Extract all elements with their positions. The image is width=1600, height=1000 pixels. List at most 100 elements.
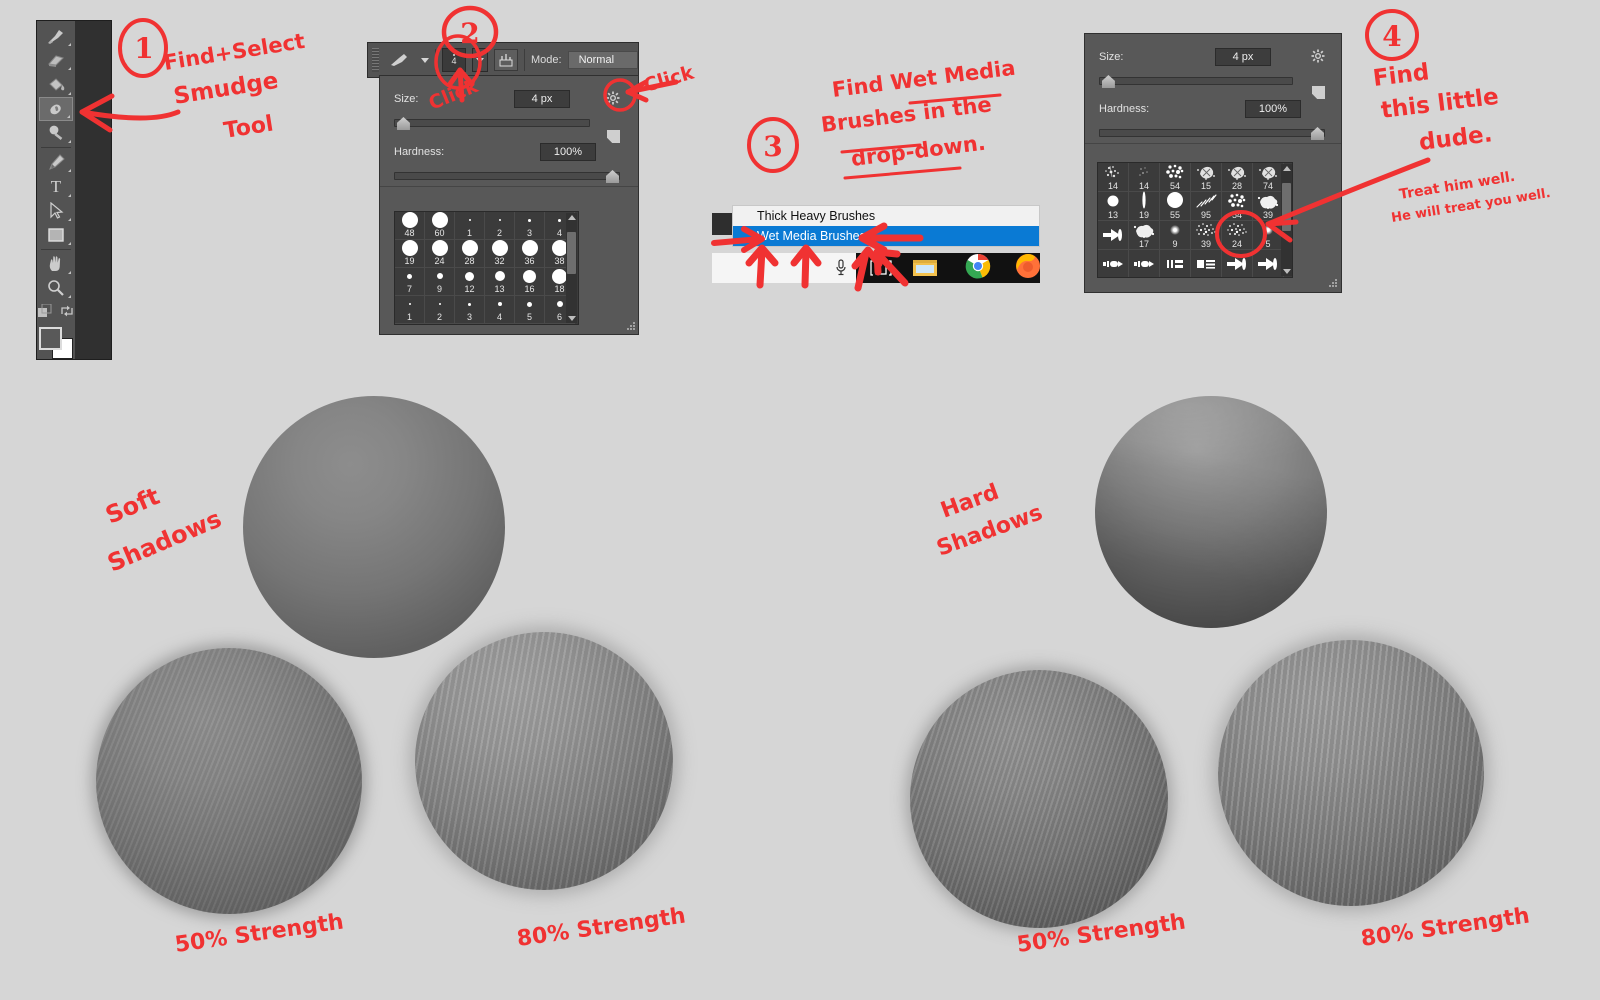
zoom-tool[interactable] [39, 276, 73, 300]
brush-preset-cell[interactable]: 32 [485, 240, 515, 268]
brush-size-indicator[interactable]: 4 [442, 48, 466, 72]
brush-preset-cell[interactable]: 3 [515, 212, 545, 240]
brush-preset-cell-2[interactable]: 14 [1129, 163, 1160, 192]
brush-preset-cell-2[interactable]: 74 [1253, 163, 1284, 192]
size-slider-track-2[interactable] [1099, 75, 1293, 88]
brush-preset-cell[interactable]: 13 [485, 268, 515, 296]
brush-library-menu-item[interactable]: Thick Heavy Brushes [733, 206, 1039, 226]
vertical-scrollbar-2[interactable] [1281, 164, 1292, 276]
brush-preset-cell-2[interactable] [1191, 250, 1222, 277]
tool-options-bar[interactable]: 4 Mode: Normal [367, 42, 639, 78]
scrollbar-thumb[interactable] [567, 232, 576, 274]
brush-picker-popup[interactable]: Size: 4 px Hardness: 100% 48 60 1 2 3 4 19 24 28… [379, 75, 639, 335]
shape-tool[interactable] [39, 223, 73, 247]
hardness-value-2[interactable]: 100% [1245, 100, 1301, 118]
brush-preset-cell-2[interactable]: 54 [1160, 163, 1191, 192]
brush-preset-cell[interactable]: 3 [455, 296, 485, 324]
brush-preset-cell-2[interactable] [1253, 250, 1284, 277]
brush-preset-cell-2[interactable]: 28 [1222, 163, 1253, 192]
eraser-tool[interactable] [39, 48, 73, 72]
scroll-up-arrow-icon-2[interactable] [1283, 166, 1291, 171]
brush-preset-cell[interactable]: 19 [395, 240, 425, 268]
scroll-up-arrow-icon[interactable] [568, 215, 576, 220]
tablet-pressure-icon[interactable] [494, 49, 518, 71]
brush-picker-dropdown-button[interactable] [472, 48, 488, 72]
brush-preset-cell[interactable]: 24 [425, 240, 455, 268]
pen-tool[interactable] [39, 150, 73, 174]
size-value[interactable]: 4 px [514, 90, 570, 108]
brush-preset-cell-2[interactable] [1160, 250, 1191, 277]
preset-flag-icon[interactable] [607, 130, 620, 143]
photoshop-toolbar[interactable]: T [36, 20, 112, 360]
scroll-down-arrow-icon-2[interactable] [1283, 269, 1291, 274]
brush-preset-cell[interactable]: 2 [485, 212, 515, 240]
brush-preset-cell-2[interactable] [1129, 250, 1160, 277]
chrome-icon[interactable] [965, 253, 991, 279]
size-slider-handle[interactable] [396, 117, 410, 130]
gear-icon[interactable] [606, 91, 620, 108]
brush-preset-cell[interactable]: 48 [395, 212, 425, 240]
firefox-icon[interactable] [1015, 253, 1041, 279]
hardness-slider-track[interactable] [394, 170, 620, 183]
brush-preset-cell[interactable]: 36 [515, 240, 545, 268]
brush-preset-cell-2[interactable]: 19 [1129, 191, 1160, 221]
brush-preset-cell-2[interactable]: 39 [1191, 221, 1222, 250]
preset-flag-icon-2[interactable] [1312, 86, 1325, 99]
options-bar-grip[interactable] [372, 48, 379, 72]
hardness-value[interactable]: 100% [540, 143, 596, 161]
brush-preset-cell[interactable]: 9 [425, 268, 455, 296]
hardness-slider-handle[interactable] [606, 170, 619, 183]
brush-preset-cell-2[interactable]: 9 [1160, 221, 1191, 250]
brush-preset-cell[interactable]: 60 [425, 212, 455, 240]
smudge-tool[interactable] [39, 96, 73, 121]
brush-preset-cell[interactable]: 4 [485, 296, 515, 324]
swap-colors-icon[interactable] [60, 304, 74, 323]
brush-preset-cell-2[interactable] [1098, 221, 1129, 250]
brush-preset-cell-2[interactable] [1098, 250, 1129, 277]
quick-mask-icon[interactable] [38, 303, 52, 323]
brush-tool[interactable] [39, 24, 73, 48]
brush-preset-grid-2[interactable]: 14 14 54 15 28 74 13 19 55 95 54 39 17 9 39 24 5 [1097, 162, 1293, 278]
resize-handle[interactable] [626, 322, 635, 331]
brush-preset-cell[interactable]: 2 [425, 296, 455, 324]
foreground-color-swatch[interactable] [39, 327, 62, 351]
gear-icon-2[interactable] [1311, 49, 1325, 66]
brush-picker-popup-2[interactable]: Size: 4 px Hardness: 100% 14 14 54 15 28 74 13… [1084, 33, 1342, 293]
scroll-down-arrow-icon[interactable] [568, 316, 576, 321]
brush-preset-cell[interactable]: 5 [515, 296, 545, 324]
hardness-slider-handle-2[interactable] [1311, 127, 1324, 140]
brush-library-dropdown-area[interactable]: Thick Heavy Brushes Wet Media Brushes [712, 205, 1040, 283]
brush-preset-cell-2[interactable]: 39 [1253, 192, 1284, 221]
brush-preview-icon[interactable] [385, 48, 415, 72]
brush-preset-cell-2[interactable]: 54 [1222, 192, 1253, 221]
brush-preset-cell[interactable]: 16 [515, 268, 545, 296]
brush-preset-cell-2[interactable]: 5 [1253, 221, 1284, 250]
paint-bucket-tool[interactable] [39, 72, 73, 96]
brush-preset-cell[interactable]: 1 [395, 296, 425, 324]
brush-preview-dropdown-arrow[interactable] [421, 57, 429, 63]
brush-preset-cell-2[interactable]: 13 [1098, 192, 1129, 221]
brush-preset-cell-2[interactable] [1222, 250, 1253, 277]
type-tool[interactable]: T [39, 174, 73, 198]
brush-library-menu-item[interactable]: Wet Media Brushes [733, 226, 1039, 246]
brush-preset-cell-2[interactable]: 14 [1098, 163, 1129, 192]
brush-library-menu[interactable]: Thick Heavy Brushes Wet Media Brushes [732, 205, 1040, 247]
hand-tool[interactable] [39, 252, 73, 276]
path-selection-tool[interactable] [39, 199, 73, 223]
brush-preset-cell[interactable]: 7 [395, 268, 425, 296]
vertical-scrollbar[interactable] [566, 213, 577, 323]
size-slider-track[interactable] [394, 117, 590, 130]
file-explorer-icon[interactable] [912, 255, 938, 279]
brush-preset-cell[interactable]: 1 [455, 212, 485, 240]
brush-preset-cell-2[interactable]: 95 [1191, 192, 1222, 221]
brush-preset-cell-2[interactable]: 55 [1160, 192, 1191, 221]
dodge-tool[interactable] [39, 121, 73, 145]
size-value-2[interactable]: 4 px [1215, 48, 1271, 66]
resize-handle-2[interactable] [1328, 279, 1337, 288]
brush-preset-cell[interactable]: 12 [455, 268, 485, 296]
brush-preset-cell-2[interactable]: 17 [1129, 221, 1160, 250]
hardness-slider-track-2[interactable] [1099, 127, 1325, 140]
scrollbar-thumb-2[interactable] [1282, 183, 1291, 231]
brush-preset-cell-2[interactable]: 15 [1191, 163, 1222, 192]
brush-preset-panel-1[interactable]: 4 Mode: Normal Size: 4 px Hardness: 100% [367, 42, 639, 337]
